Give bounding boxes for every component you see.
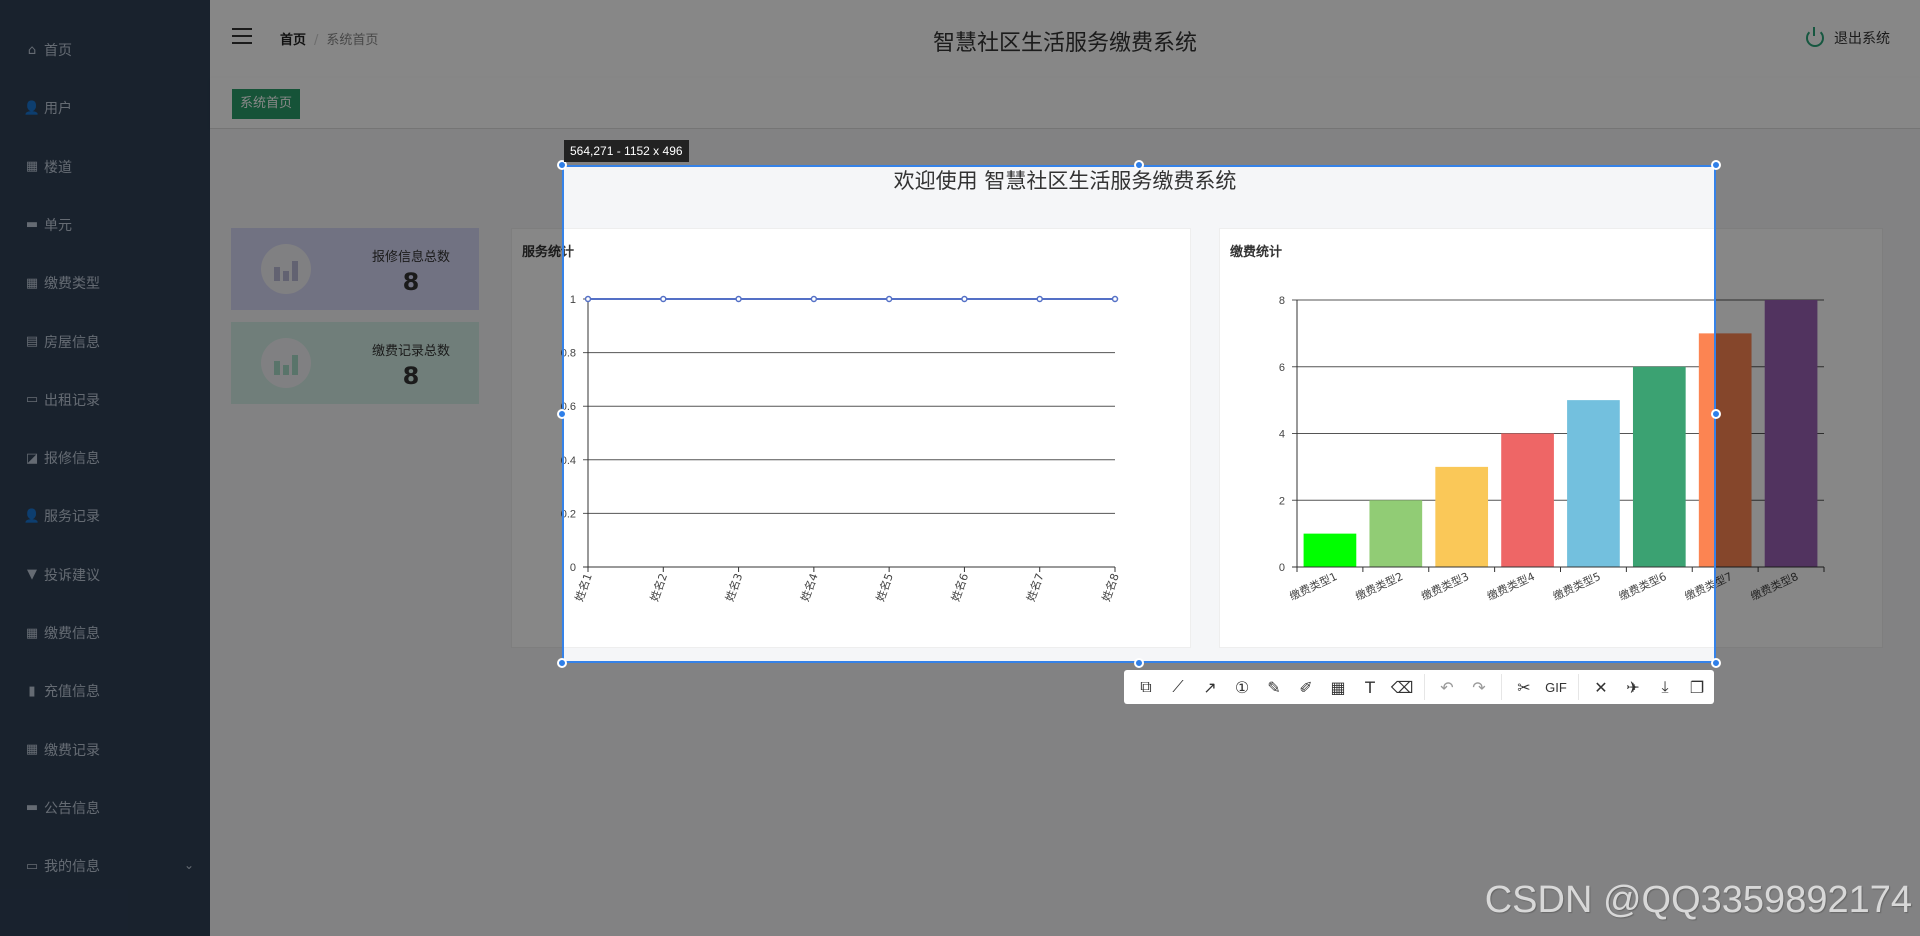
- resize-handle-ne[interactable]: [1711, 160, 1721, 170]
- resize-handle-e[interactable]: [1711, 409, 1721, 419]
- watermark: CSDN @QQ3359892174: [1484, 879, 1912, 921]
- toolbar-divider: [1501, 674, 1502, 700]
- mosaic-tool[interactable]: ▦: [1322, 672, 1354, 702]
- toolbar-divider: [1578, 674, 1579, 700]
- resize-handle-se[interactable]: [1711, 658, 1721, 668]
- capture-selection[interactable]: [562, 165, 1716, 663]
- pencil-tool[interactable]: ✎: [1258, 672, 1290, 702]
- text-tool[interactable]: T: [1354, 672, 1386, 702]
- number-marker-tool[interactable]: ①: [1226, 672, 1258, 702]
- capture-dim-left: [0, 165, 562, 663]
- polyline-tool[interactable]: ⟋: [1162, 672, 1194, 702]
- cancel-button[interactable]: ✕: [1585, 672, 1617, 702]
- resize-handle-w[interactable]: [557, 409, 567, 419]
- undo-button[interactable]: ↶: [1431, 672, 1463, 702]
- screen-record-button[interactable]: ✂: [1508, 672, 1540, 702]
- gif-button[interactable]: GIF: [1540, 672, 1572, 702]
- highlighter-tool[interactable]: ✐: [1290, 672, 1322, 702]
- selection-dimension-label: 564,271 - 1152 x 496: [564, 140, 689, 162]
- resize-handle-s[interactable]: [1134, 658, 1144, 668]
- resize-handle-n[interactable]: [1134, 160, 1144, 170]
- capture-toolbar: ⧉ ⟋ ↗ ① ✎ ✐ ▦ T ⌫ ↶ ↷ ✂ GIF ✕ ✈ ⤓ ❐: [1124, 670, 1714, 704]
- capture-dim-right: [1716, 165, 1920, 663]
- resize-handle-sw[interactable]: [557, 658, 567, 668]
- arrow-tool[interactable]: ↗: [1194, 672, 1226, 702]
- redo-button[interactable]: ↷: [1463, 672, 1495, 702]
- eraser-tool[interactable]: ⌫: [1386, 672, 1418, 702]
- shape-tool[interactable]: ⧉: [1130, 672, 1162, 702]
- copy-button[interactable]: ❐: [1681, 672, 1713, 702]
- toolbar-divider: [1424, 674, 1425, 700]
- capture-dim-top: [0, 0, 1920, 165]
- download-button[interactable]: ⤓: [1649, 672, 1681, 702]
- pin-button[interactable]: ✈: [1617, 672, 1649, 702]
